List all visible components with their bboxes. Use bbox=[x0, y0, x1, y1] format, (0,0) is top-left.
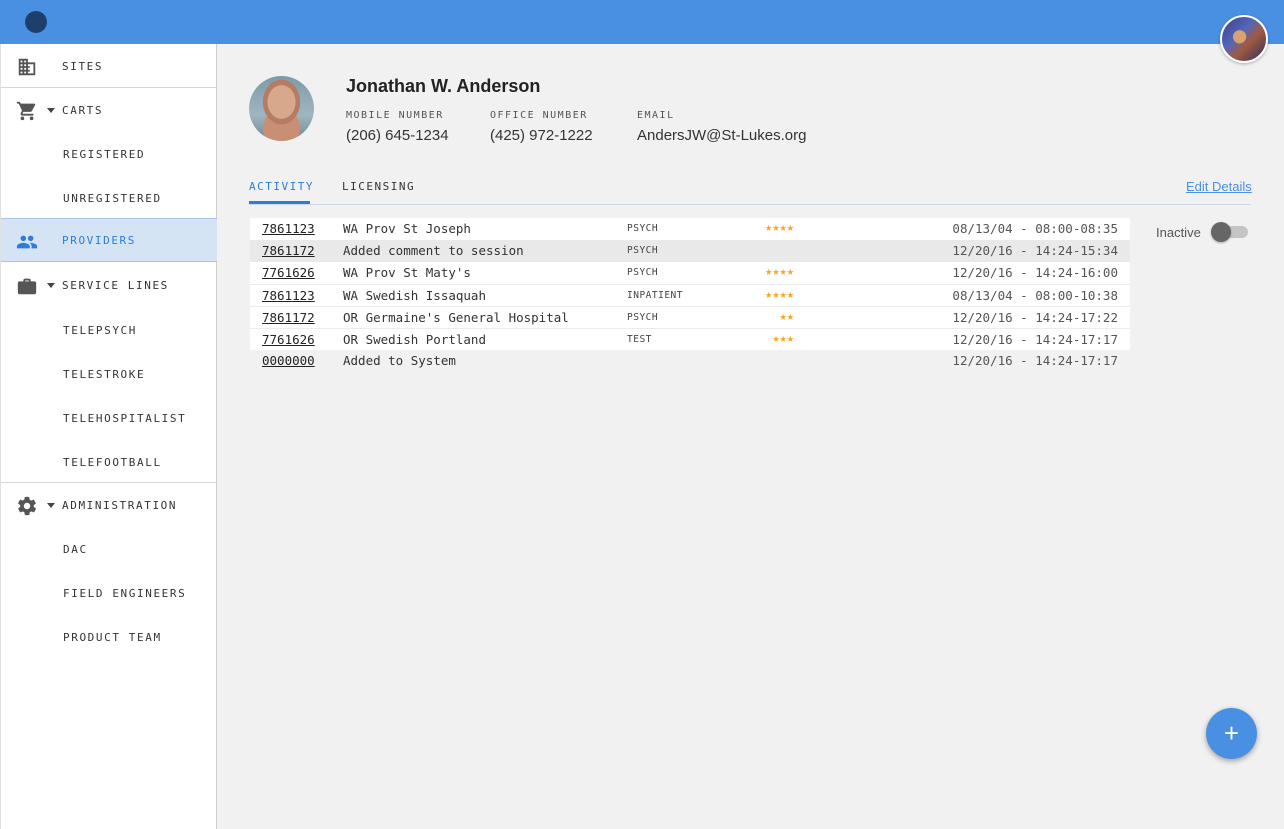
sidebar-item-administration[interactable]: ADMINISTRATION bbox=[1, 483, 217, 527]
service-type: PSYCH bbox=[627, 245, 659, 256]
activity-description: Added comment to session bbox=[343, 243, 524, 258]
activity-timestamp: 12/20/16 - 14:24-15:34 bbox=[952, 243, 1118, 258]
sidebar-item-telestroke[interactable]: TELESTROKE bbox=[1, 352, 217, 396]
service-type: PSYCH bbox=[627, 223, 659, 234]
session-id-link[interactable]: 7861172 bbox=[262, 243, 315, 258]
gear-icon bbox=[18, 496, 37, 516]
people-icon bbox=[16, 235, 38, 249]
sidebar-item-label: SERVICE LINES bbox=[62, 278, 169, 292]
provider-photo bbox=[249, 76, 314, 141]
office-number-label: OFFICE NUMBER bbox=[490, 110, 588, 121]
table-row[interactable]: 7761626 OR Swedish Portland TEST ★★★ 12/… bbox=[250, 328, 1130, 350]
sidebar-item-label: TELEPSYCH bbox=[63, 323, 138, 337]
activity-description: WA Prov St Joseph bbox=[343, 221, 471, 236]
mobile-number-label: MOBILE NUMBER bbox=[346, 110, 444, 121]
sidebar-item-telepsych[interactable]: TELEPSYCH bbox=[1, 308, 217, 352]
tab-licensing[interactable]: LICENSING bbox=[342, 180, 415, 193]
table-row[interactable]: 7761626 WA Prov St Maty's PSYCH ★★★★ 12/… bbox=[250, 262, 1130, 284]
add-fab-button[interactable]: + bbox=[1206, 708, 1257, 759]
activity-timestamp: 08/13/04 - 08:00-10:38 bbox=[952, 288, 1118, 303]
circle-logo-icon[interactable] bbox=[25, 11, 47, 33]
session-id-link[interactable]: 0000000 bbox=[262, 353, 315, 368]
user-avatar[interactable] bbox=[1220, 15, 1268, 63]
activity-timestamp: 08/13/04 - 08:00-08:35 bbox=[952, 221, 1118, 236]
sidebar-item-label: FIELD ENGINEERS bbox=[63, 586, 187, 600]
session-id-link[interactable]: 7861172 bbox=[262, 310, 315, 325]
activity-description: Added to System bbox=[343, 353, 456, 368]
session-id-link[interactable]: 7861123 bbox=[262, 288, 315, 303]
star-rating: ★★★★ bbox=[765, 264, 794, 278]
sidebar-item-telehospitalist[interactable]: TELEHOSPITALIST bbox=[1, 396, 217, 440]
sidebar-item-service-lines[interactable]: SERVICE LINES bbox=[1, 263, 217, 307]
top-app-bar bbox=[0, 0, 1284, 44]
sidebar-item-label: TELEFOOTBALL bbox=[63, 455, 162, 469]
sidebar-item-label: PROVIDERS bbox=[62, 233, 137, 247]
star-rating: ★★★ bbox=[772, 331, 794, 345]
sidebar-item-label: TELEHOSPITALIST bbox=[63, 411, 187, 425]
sidebar-item-sites[interactable]: SITES bbox=[1, 44, 217, 88]
sidebar-item-providers[interactable]: PROVIDERS bbox=[1, 218, 217, 262]
email-value: AndersJW@St-Lukes.org bbox=[637, 127, 807, 144]
sidebar-item-carts[interactable]: CARTS bbox=[1, 88, 217, 132]
session-id-link[interactable]: 7861123 bbox=[262, 221, 315, 236]
table-row[interactable]: 7861172 Added comment to session PSYCH 1… bbox=[250, 240, 1130, 262]
star-rating: ★★★★ bbox=[765, 220, 794, 234]
session-id-link[interactable]: 7761626 bbox=[262, 265, 315, 280]
activity-timestamp: 12/20/16 - 14:24-17:17 bbox=[952, 353, 1118, 368]
activity-description: WA Prov St Maty's bbox=[343, 265, 471, 280]
sidebar: SITES CARTS REGISTERED UNREGISTERED PROV… bbox=[0, 44, 217, 829]
sidebar-item-label: UNREGISTERED bbox=[63, 191, 162, 205]
service-type: PSYCH bbox=[627, 267, 659, 278]
sidebar-item-label: CARTS bbox=[62, 103, 104, 117]
session-id-link[interactable]: 7761626 bbox=[262, 332, 315, 347]
building-icon bbox=[18, 58, 36, 76]
sidebar-item-product-team[interactable]: PRODUCT TEAM bbox=[1, 615, 217, 659]
service-type: PSYCH bbox=[627, 312, 659, 323]
table-row[interactable]: 7861123 WA Swedish Issaquah INPATIENT ★★… bbox=[250, 284, 1130, 306]
table-row[interactable]: 7861172 OR Germaine's General Hospital P… bbox=[250, 306, 1130, 328]
activity-timestamp: 12/20/16 - 14:24-17:17 bbox=[952, 332, 1118, 347]
sidebar-item-unregistered[interactable]: UNREGISTERED bbox=[1, 176, 217, 220]
edit-details-link[interactable]: Edit Details bbox=[1186, 179, 1252, 194]
mobile-number-value: (206) 645-1234 bbox=[346, 127, 449, 144]
activity-description: OR Swedish Portland bbox=[343, 332, 486, 347]
chevron-down-icon bbox=[47, 108, 55, 113]
sidebar-item-label: DAC bbox=[63, 542, 88, 556]
tabs-divider bbox=[249, 204, 1251, 205]
sidebar-item-dac[interactable]: DAC bbox=[1, 527, 217, 571]
sidebar-item-telefootball[interactable]: TELEFOOTBALL bbox=[1, 440, 217, 484]
activity-timestamp: 12/20/16 - 14:24-17:22 bbox=[952, 310, 1118, 325]
sidebar-item-field-engineers[interactable]: FIELD ENGINEERS bbox=[1, 571, 217, 615]
service-type: TEST bbox=[627, 334, 652, 345]
chevron-down-icon bbox=[47, 283, 55, 288]
sidebar-item-label: ADMINISTRATION bbox=[62, 498, 178, 512]
toggle-knob[interactable] bbox=[1211, 222, 1231, 242]
activity-description: WA Swedish Issaquah bbox=[343, 288, 486, 303]
provider-name: Jonathan W. Anderson bbox=[346, 76, 541, 96]
office-number-value: (425) 972-1222 bbox=[490, 127, 593, 144]
sidebar-item-label: REGISTERED bbox=[63, 147, 146, 161]
star-rating: ★★ bbox=[779, 309, 794, 323]
email-label: EMAIL bbox=[637, 110, 675, 121]
tab-activity[interactable]: ACTIVITY bbox=[249, 180, 314, 193]
table-row[interactable]: 7861123 WA Prov St Joseph PSYCH ★★★★ 08/… bbox=[250, 218, 1130, 240]
inactive-label: Inactive bbox=[1156, 225, 1201, 240]
cart-icon bbox=[16, 101, 36, 121]
activity-description: OR Germaine's General Hospital bbox=[343, 310, 569, 325]
star-rating: ★★★★ bbox=[765, 287, 794, 301]
sidebar-item-registered[interactable]: REGISTERED bbox=[1, 132, 217, 176]
briefcase-icon bbox=[17, 278, 37, 295]
sidebar-item-label: PRODUCT TEAM bbox=[63, 630, 162, 644]
service-type: INPATIENT bbox=[627, 290, 683, 301]
sidebar-item-label: SITES bbox=[62, 59, 104, 73]
sidebar-item-label: TELESTROKE bbox=[63, 367, 146, 381]
table-row[interactable]: 0000000 Added to System 12/20/16 - 14:24… bbox=[250, 350, 1130, 372]
activity-timestamp: 12/20/16 - 14:24-16:00 bbox=[952, 265, 1118, 280]
chevron-down-icon bbox=[47, 503, 55, 508]
